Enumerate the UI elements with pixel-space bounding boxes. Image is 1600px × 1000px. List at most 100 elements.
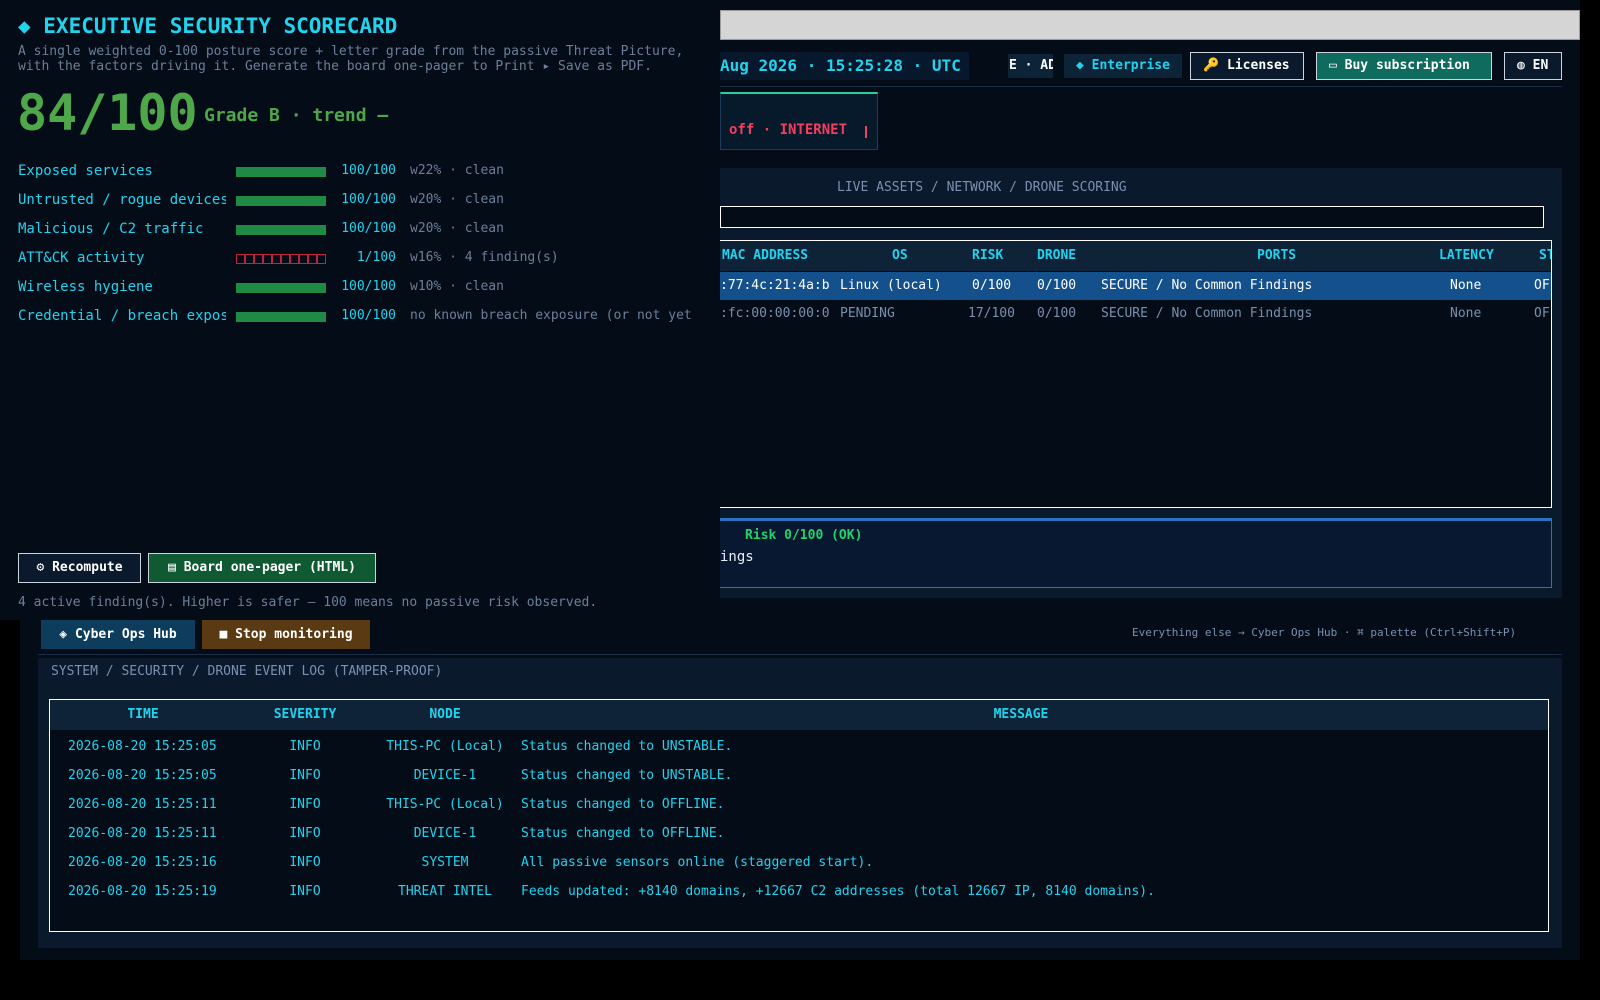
asset-os: Linux (local) bbox=[840, 278, 942, 293]
command-palette-hint: Everything else → Cyber Ops Hub · ⌘ pale… bbox=[1132, 626, 1517, 639]
log-node: THIS-PC (Local) bbox=[386, 739, 504, 754]
executive-scorecard-panel: ◆ EXECUTIVE SECURITY SCORECARD A single … bbox=[0, 0, 720, 620]
factor-row: Exposed services 100/100 w22% · clean bbox=[18, 160, 718, 182]
assets-filter-input[interactable] bbox=[720, 206, 1544, 228]
col-drone[interactable]: DRONE bbox=[1037, 241, 1087, 271]
col-message[interactable]: MESSAGE bbox=[521, 700, 1521, 729]
asset-latency: None bbox=[1450, 306, 1482, 321]
edition-tag: E · AD bbox=[1008, 54, 1053, 78]
asset-row[interactable]: :fc:00:00:00:05 PENDING 17/100 0/100 SEC… bbox=[720, 300, 1551, 328]
factor-score-bar bbox=[236, 312, 326, 322]
log-row[interactable]: 2026-08-20 15:25:05 INFO THIS-PC (Local)… bbox=[50, 732, 1548, 761]
assets-table-header: MAC ADDRESS OS RISK DRONE PORTS LATENCY … bbox=[720, 241, 1551, 271]
log-time: 2026-08-20 15:25:05 bbox=[68, 739, 217, 754]
col-ports[interactable]: PORTS bbox=[1257, 241, 1307, 271]
factor-row: Untrusted / rogue devices 100/100 w20% ·… bbox=[18, 189, 718, 211]
log-time: 2026-08-20 15:25:05 bbox=[68, 768, 217, 783]
window-title-bar[interactable] bbox=[720, 10, 1580, 40]
factor-meta: w20% · clean bbox=[410, 221, 504, 236]
col-risk[interactable]: RISK bbox=[972, 241, 1012, 271]
factor-row: Malicious / C2 traffic 100/100 w20% · cl… bbox=[18, 218, 718, 240]
asset-ports: SECURE / No Common Findings bbox=[1101, 306, 1313, 321]
scorecard-description-line: A single weighted 0-100 posture score + … bbox=[18, 44, 684, 59]
scorecard-description-line: with the factors driving it. Generate th… bbox=[18, 59, 652, 74]
factor-row: Credential / breach exposure 100/100 no … bbox=[18, 305, 718, 327]
live-assets-panel: LIVE ASSETS / NETWORK / DRONE SCORING MA… bbox=[720, 168, 1562, 598]
grade-trend: Grade B · trend — bbox=[204, 105, 389, 126]
log-row[interactable]: 2026-08-20 15:25:19 INFO THREAT INTEL Fe… bbox=[50, 877, 1548, 906]
cyber-ops-hub-button[interactable]: ◈ Cyber Ops Hub bbox=[41, 620, 195, 649]
recompute-button[interactable]: ⚙ Recompute bbox=[18, 553, 141, 583]
buy-subscription-button[interactable]: ▭ Buy subscription bbox=[1316, 52, 1492, 80]
header-divider bbox=[720, 86, 1562, 87]
log-node: THIS-PC (Local) bbox=[386, 797, 504, 812]
log-row[interactable]: 2026-08-20 15:25:05 INFO DEVICE-1 Status… bbox=[50, 761, 1548, 790]
log-severity: INFO bbox=[289, 884, 321, 899]
factor-name: Malicious / C2 traffic bbox=[18, 221, 204, 237]
factor-score: 1/100 bbox=[356, 250, 396, 265]
log-severity: INFO bbox=[289, 855, 321, 870]
factor-name: Credential / breach exposure bbox=[18, 308, 226, 324]
board-one-pager-button[interactable]: ▤ Board one-pager (HTML) bbox=[148, 553, 376, 583]
enterprise-badge[interactable]: ◆ Enterprise bbox=[1064, 54, 1182, 78]
factor-name: Wireless hygiene bbox=[18, 279, 153, 295]
scorecard-footer-note: 4 active finding(s). Higher is safer — 1… bbox=[18, 595, 598, 610]
log-node: DEVICE-1 bbox=[413, 768, 477, 783]
event-log-header: TIME SEVERITY NODE MESSAGE bbox=[50, 700, 1548, 730]
event-log-title: SYSTEM / SECURITY / DRONE EVENT LOG (TAM… bbox=[51, 664, 443, 679]
asset-drone: 0/100 bbox=[1037, 278, 1077, 293]
log-row[interactable]: 2026-08-20 15:25:11 INFO THIS-PC (Local)… bbox=[50, 790, 1548, 819]
log-time: 2026-08-20 15:25:19 bbox=[68, 884, 217, 899]
asset-detail-box: Risk 0/100 (OK) ings bbox=[720, 518, 1552, 588]
factor-score-bar bbox=[236, 283, 326, 293]
asset-risk: 0/100 bbox=[972, 278, 1012, 293]
stop-monitoring-button[interactable]: ■ Stop monitoring bbox=[202, 620, 370, 649]
licenses-button[interactable]: 🔑 Licenses bbox=[1190, 52, 1304, 80]
scorecard-description: A single weighted 0-100 posture score + … bbox=[18, 44, 683, 74]
cursor-bar bbox=[865, 126, 867, 138]
factor-score: 100/100 bbox=[341, 163, 396, 178]
factor-row: ATT&CK activity 1/100 w16% · 4 finding(s… bbox=[18, 247, 718, 269]
col-time[interactable]: TIME bbox=[68, 700, 218, 729]
log-time: 2026-08-20 15:25:11 bbox=[68, 797, 217, 812]
event-log-table: TIME SEVERITY NODE MESSAGE 2026-08-20 15… bbox=[49, 699, 1549, 932]
asset-status: OF bbox=[1534, 278, 1550, 293]
scorecard-title: ◆ EXECUTIVE SECURITY SCORECARD bbox=[18, 14, 398, 38]
assets-panel-title: LIVE ASSETS / NETWORK / DRONE SCORING bbox=[837, 180, 1127, 195]
col-status[interactable]: ST bbox=[1539, 241, 1551, 271]
posture-score: 84/100 bbox=[17, 84, 198, 142]
log-severity: INFO bbox=[289, 826, 321, 841]
factor-score: 100/100 bbox=[341, 192, 396, 207]
factor-score: 100/100 bbox=[341, 221, 396, 236]
asset-drone: 0/100 bbox=[1037, 306, 1077, 321]
log-message: Status changed to UNSTABLE. bbox=[521, 768, 733, 783]
asset-mac: :fc:00:00:00:05 bbox=[720, 306, 830, 321]
log-row[interactable]: 2026-08-20 15:25:16 INFO SYSTEM All pass… bbox=[50, 848, 1548, 877]
asset-ports: SECURE / No Common Findings bbox=[1101, 278, 1313, 293]
asset-mac: :77:4c:21:4a:bc bbox=[720, 278, 830, 293]
internet-status-tab[interactable]: off · INTERNET bbox=[720, 92, 878, 150]
event-log-panel: SYSTEM / SECURITY / DRONE EVENT LOG (TAM… bbox=[38, 658, 1562, 948]
log-severity: INFO bbox=[289, 768, 321, 783]
col-severity[interactable]: SEVERITY bbox=[250, 700, 360, 729]
asset-row[interactable]: :77:4c:21:4a:bc Linux (local) 0/100 0/10… bbox=[720, 272, 1551, 300]
factor-name: Untrusted / rogue devices bbox=[18, 192, 226, 208]
log-severity: INFO bbox=[289, 739, 321, 754]
factor-meta: w10% · clean bbox=[410, 279, 504, 294]
log-message: Feeds updated: +8140 domains, +12667 C2 … bbox=[521, 884, 1155, 899]
log-message: Status changed to UNSTABLE. bbox=[521, 739, 733, 754]
factor-meta: w16% · 4 finding(s) bbox=[410, 250, 559, 265]
col-os[interactable]: OS bbox=[892, 241, 922, 271]
col-mac-address[interactable]: MAC ADDRESS bbox=[722, 241, 832, 271]
asset-status: OF bbox=[1534, 306, 1550, 321]
factor-score: 100/100 bbox=[341, 308, 396, 323]
factor-score-bar bbox=[236, 196, 326, 206]
language-button[interactable]: ◍ EN bbox=[1504, 52, 1562, 80]
col-latency[interactable]: LATENCY bbox=[1439, 241, 1509, 271]
utc-clock: Aug 2026 · 15:25:28 · UTC bbox=[720, 52, 969, 80]
log-message: Status changed to OFFLINE. bbox=[521, 826, 725, 841]
col-node[interactable]: NODE bbox=[350, 700, 540, 729]
log-node: THREAT INTEL bbox=[398, 884, 492, 899]
log-row[interactable]: 2026-08-20 15:25:11 INFO DEVICE-1 Status… bbox=[50, 819, 1548, 848]
log-divider bbox=[38, 654, 1562, 655]
